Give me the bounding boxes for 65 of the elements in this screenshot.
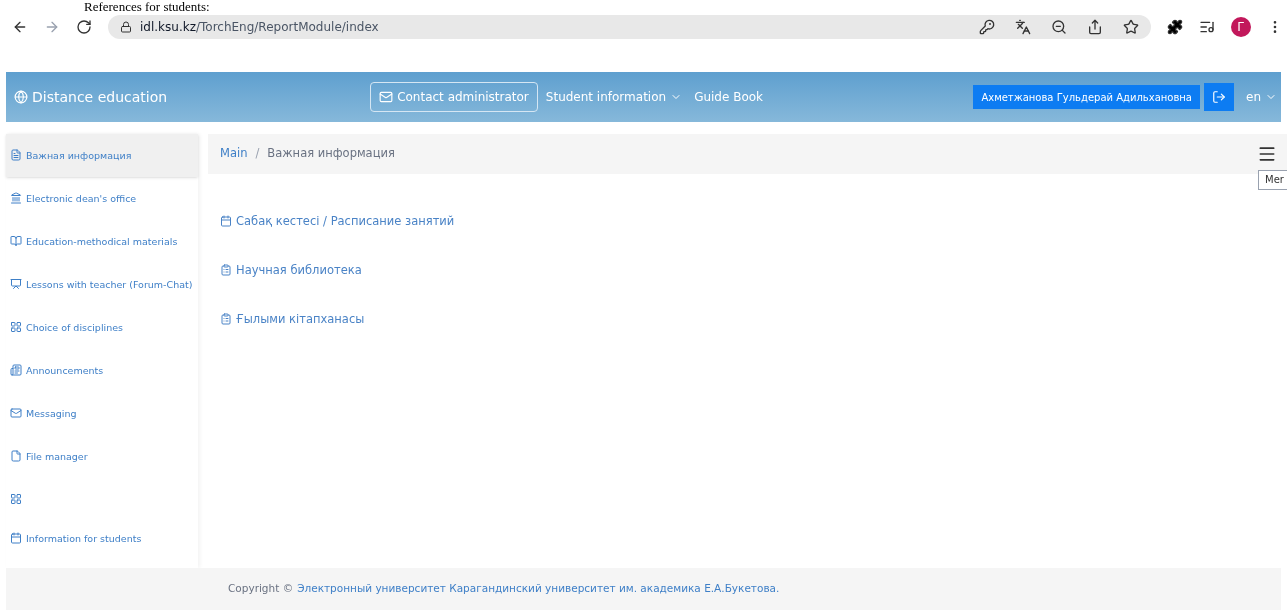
breadcrumb-separator: /	[255, 145, 260, 163]
clipboard-icon	[220, 264, 232, 276]
menu-tooltip: Mer	[1258, 170, 1287, 190]
user-button[interactable]: Ахметжанова Гульдерай Адильхановна	[973, 85, 1200, 109]
document-icon	[10, 149, 22, 161]
reload-icon[interactable]	[76, 19, 92, 35]
sidebar-label: Electronic dean's office	[26, 192, 137, 206]
logout-icon	[1212, 90, 1226, 104]
sidebar-label: Information for students	[26, 532, 142, 546]
mail-icon	[10, 407, 22, 419]
back-icon[interactable]	[12, 19, 28, 35]
book-icon	[10, 235, 22, 247]
brand-title[interactable]: Distance education	[32, 86, 168, 108]
sidebar-label: Education-methodical materials	[26, 235, 178, 249]
bank-icon	[10, 192, 22, 204]
sidebar-item[interactable]: Choice of disciplines	[6, 306, 198, 349]
sidebar-label: Announcements	[26, 364, 104, 378]
sidebar-item[interactable]: File manager	[6, 435, 198, 478]
sidebar-item[interactable]: Lessons with teacher (Forum-Chat)	[6, 263, 198, 306]
document-heading: References for students:	[84, 0, 210, 14]
globe-icon	[14, 90, 28, 104]
playlist-icon[interactable]	[1199, 19, 1215, 35]
sidebar-item[interactable]: Electronic dean's office	[6, 177, 198, 220]
board-icon	[10, 278, 22, 290]
logout-button[interactable]	[1204, 83, 1234, 111]
sidebar-label: Choice of disciplines	[26, 321, 123, 335]
sidebar-label: Важная информация	[26, 149, 132, 163]
grid-icon	[10, 493, 22, 505]
envelope-icon	[379, 90, 394, 104]
sidebar-item[interactable]: Messaging	[6, 392, 198, 435]
sidebar-item[interactable]: Information for students	[6, 517, 198, 560]
sidebar-label: Lessons with teacher (Forum-Chat)	[26, 278, 193, 292]
guide-link[interactable]: Guide Book	[694, 88, 764, 106]
content-link[interactable]: Ғылыми кітапханасы	[220, 310, 1287, 328]
sidebar-item[interactable]: Announcements	[6, 349, 198, 392]
puzzle-icon[interactable]	[1167, 19, 1183, 35]
calendar-icon	[10, 532, 22, 544]
student-info-menu[interactable]: Student information	[545, 88, 683, 106]
menu-icon[interactable]	[1257, 144, 1277, 164]
clipboard-icon	[220, 313, 232, 325]
profile-avatar[interactable]: Г	[1231, 17, 1251, 37]
content-link[interactable]: Сабақ кестесі / Расписание занятий	[220, 212, 1287, 230]
university-link[interactable]: Электронный университет Карагандинский университет им. академика Е.А.Букетова.	[297, 581, 780, 597]
sidebar-label: File manager	[26, 450, 88, 464]
zoom-out-icon[interactable]	[1051, 19, 1067, 35]
breadcrumb-link[interactable]: Main	[220, 145, 248, 163]
contact-button[interactable]: Contact administrator	[370, 82, 538, 112]
language-menu[interactable]: en	[1246, 88, 1277, 106]
sidebar-label: Messaging	[26, 407, 77, 421]
file-icon	[10, 450, 22, 462]
grid-icon	[10, 321, 22, 333]
url-text: idl.ksu.kz/TorchEng/ReportModule/index	[140, 19, 379, 36]
calendar-icon	[220, 215, 232, 227]
address-bar[interactable]: idl.ksu.kz/TorchEng/ReportModule/index	[108, 15, 1151, 39]
translate-icon[interactable]	[1015, 19, 1031, 35]
copyright-text: Copyright ©	[228, 581, 294, 597]
share-icon[interactable]	[1087, 19, 1103, 35]
star-icon[interactable]	[1123, 19, 1139, 35]
content-link[interactable]: Научная библиотека	[220, 261, 1287, 279]
newspaper-icon	[10, 364, 22, 376]
breadcrumb-current: Важная информация	[267, 145, 395, 163]
sidebar-item[interactable]: Education-methodical materials	[6, 220, 198, 263]
lock-icon	[120, 21, 132, 33]
sidebar-item[interactable]: Важная информация	[6, 134, 198, 177]
key-icon[interactable]	[979, 19, 995, 35]
